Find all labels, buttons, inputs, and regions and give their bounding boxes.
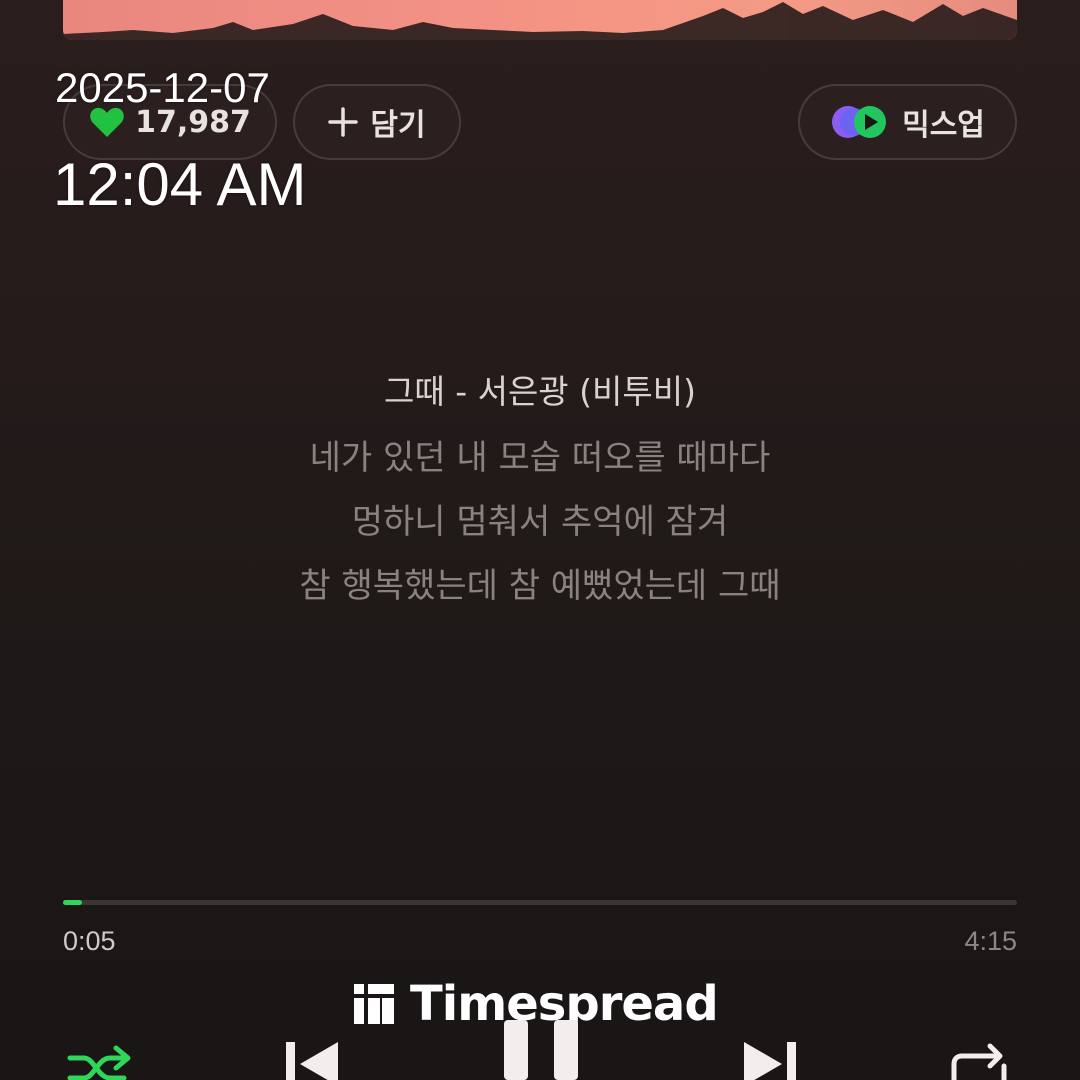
- repeat-icon: [951, 1043, 1007, 1080]
- pause-button[interactable]: [502, 1020, 580, 1080]
- mixup-label: 믹스업: [902, 108, 985, 143]
- progress-fill: [63, 900, 83, 905]
- watermark-logo-icon: [354, 984, 394, 1024]
- album-art-tree-silhouette: [63, 2, 1017, 40]
- repeat-button[interactable]: [948, 1042, 1010, 1080]
- mixup-logo-icon: [832, 106, 887, 138]
- lyrics-line: 참 행복했는데 참 예뻤었는데 그때: [299, 566, 781, 606]
- overlay-time: 12:04 AM: [53, 151, 307, 218]
- previous-button[interactable]: [284, 1040, 340, 1080]
- lyrics-line: 네가 있던 내 모습 떠오를 때마다: [309, 438, 771, 478]
- album-art[interactable]: [63, 0, 1017, 40]
- elapsed-time: 0:05: [63, 926, 116, 956]
- mixup-button[interactable]: 믹스업: [798, 84, 1017, 160]
- progress-bar[interactable]: [63, 900, 1017, 905]
- next-button[interactable]: [742, 1040, 798, 1080]
- add-to-playlist-button[interactable]: 담기: [293, 84, 461, 160]
- lyrics-song-title: 그때 - 서은광 (비투비): [383, 372, 696, 411]
- plus-icon: [328, 107, 359, 137]
- pause-icon: [504, 1020, 578, 1080]
- total-time: 4:15: [964, 926, 1017, 956]
- player-screen: 17,987 담기 믹스업 2025-12-07 12:04 AM 그때 - 서…: [0, 0, 1080, 1080]
- previous-icon: [286, 1042, 338, 1080]
- next-icon: [744, 1042, 796, 1080]
- shuffle-button[interactable]: [66, 1044, 132, 1080]
- overlay-date: 2025-12-07: [55, 64, 270, 111]
- add-label: 담기: [370, 108, 426, 143]
- lyrics-line: 멍하니 멈춰서 추억에 잠겨: [351, 502, 729, 542]
- lyrics-panel[interactable]: 그때 - 서은광 (비투비) 네가 있던 내 모습 떠오를 때마다 멍하니 멈춰…: [0, 362, 1080, 618]
- shuffle-icon: [67, 1045, 131, 1080]
